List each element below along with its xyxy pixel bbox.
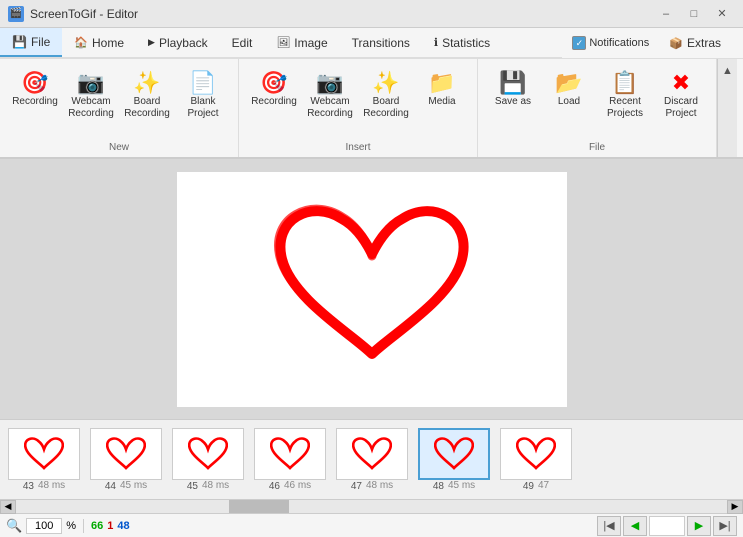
webcam-recording-button[interactable]: 📷 WebcamRecording <box>64 67 118 125</box>
discard-project-button[interactable]: ✖ DiscardProject <box>654 67 708 125</box>
nav-next-button[interactable]: ▶ <box>687 516 711 536</box>
tab-edit[interactable]: Edit <box>220 28 265 57</box>
scroll-left-button[interactable]: ◀ <box>0 500 16 514</box>
frame-43[interactable]: 43 48 ms <box>4 428 84 492</box>
titlebar: 🎬 ScreenToGif - Editor – □ ✕ <box>0 0 743 28</box>
frame-49[interactable]: 49 47 <box>496 428 576 492</box>
insert-board-button[interactable]: ✨ BoardRecording <box>359 67 413 125</box>
image-icon: 🖼 <box>276 36 290 49</box>
frame-red-value: 1 <box>107 520 113 532</box>
frame-blue-value: 48 <box>117 520 129 532</box>
tab-extras[interactable]: 📦 Extras <box>657 36 733 50</box>
save-as-button[interactable]: 💾 Save as <box>486 67 540 113</box>
tab-home[interactable]: 🏠 Home <box>62 28 136 57</box>
tab-transitions[interactable]: Transitions <box>340 28 422 57</box>
insert-recording-button[interactable]: 🎯 Recording <box>247 67 301 113</box>
tab-file[interactable]: 💾 File <box>0 28 62 57</box>
filmstrip-container: 43 48 ms 44 45 ms 45 48 ms <box>0 419 743 499</box>
titlebar-left: 🎬 ScreenToGif - Editor <box>8 6 138 22</box>
close-button[interactable]: ✕ <box>709 4 735 24</box>
frame-44[interactable]: 44 45 ms <box>86 428 166 492</box>
insert-recording-icon: 🎯 <box>260 72 287 94</box>
notifications-checkbox: ✓ <box>572 36 586 50</box>
search-icon: 🔍 <box>6 518 22 534</box>
window-controls: – □ ✕ <box>653 4 735 24</box>
insert-board-icon: ✨ <box>372 72 399 94</box>
ribbon-collapse-button[interactable]: ▲ <box>717 59 737 157</box>
insert-webcam-button[interactable]: 📷 WebcamRecording <box>303 67 357 125</box>
frame-green-value: 66 <box>91 520 103 532</box>
frame-46[interactable]: 46 46 ms <box>250 428 330 492</box>
nav-last-button[interactable]: ▶| <box>713 516 737 536</box>
scroll-thumb[interactable] <box>229 500 289 513</box>
file-icon: 💾 <box>12 35 27 49</box>
notifications-toggle[interactable]: ✓ Notifications <box>572 36 649 50</box>
minimize-button[interactable]: – <box>653 4 679 24</box>
frame-input[interactable] <box>649 516 685 536</box>
filmstrip-scrollbar: ◀ ▶ <box>0 499 743 513</box>
maximize-button[interactable]: □ <box>681 4 707 24</box>
canvas-area <box>0 159 743 419</box>
nav-first-button[interactable]: |◀ <box>597 516 621 536</box>
extras-icon: 📦 <box>669 37 683 50</box>
home-icon: 🏠 <box>74 36 88 49</box>
scroll-right-button[interactable]: ▶ <box>727 500 743 514</box>
scroll-track[interactable] <box>16 500 727 513</box>
statusbar: 🔍 % 66 1 48 |◀ ◀ ▶ ▶| <box>0 513 743 537</box>
ribbon-group-file: 💾 Save as 📂 Load 📋 RecentProjects ✖ Disc… <box>478 59 717 157</box>
recent-projects-button[interactable]: 📋 RecentProjects <box>598 67 652 125</box>
load-icon: 📂 <box>555 72 582 94</box>
recording-icon: 🎯 <box>21 72 48 94</box>
load-button[interactable]: 📂 Load <box>542 67 596 113</box>
tab-statistics[interactable]: ℹ Statistics <box>422 28 502 57</box>
media-button[interactable]: 📁 Media <box>415 67 469 113</box>
zoom-input[interactable] <box>26 518 62 534</box>
blank-project-button[interactable]: 📄 BlankProject <box>176 67 230 125</box>
tab-image[interactable]: 🖼 Image <box>264 28 339 57</box>
app-icon: 🎬 <box>8 6 24 22</box>
webcam-icon: 📷 <box>77 72 104 94</box>
filmstrip: 43 48 ms 44 45 ms 45 48 ms <box>0 420 743 499</box>
percent-label: % <box>66 520 76 532</box>
canvas-frame <box>177 172 567 407</box>
recent-icon: 📋 <box>611 72 638 94</box>
board-icon: ✨ <box>133 72 160 94</box>
heart-drawing <box>262 189 482 389</box>
app-title: ScreenToGif - Editor <box>30 7 138 21</box>
tab-playback[interactable]: ▶ Playback <box>136 28 220 57</box>
frame-45[interactable]: 45 48 ms <box>168 428 248 492</box>
frame-47[interactable]: 47 48 ms <box>332 428 412 492</box>
insert-webcam-icon: 📷 <box>316 72 343 94</box>
ribbon-group-insert: 🎯 Recording 📷 WebcamRecording ✨ BoardRec… <box>239 59 478 157</box>
frame-48[interactable]: 48 45 ms <box>414 428 494 492</box>
board-recording-button[interactable]: ✨ BoardRecording <box>120 67 174 125</box>
menu-bar: 💾 File 🏠 Home ▶ Playback Edit 🖼 Image Tr… <box>0 28 562 58</box>
nav-prev-button[interactable]: ◀ <box>623 516 647 536</box>
info-icon: ℹ <box>434 36 438 49</box>
media-icon: 📁 <box>428 72 455 94</box>
recording-button[interactable]: 🎯 Recording <box>8 67 62 113</box>
save-as-icon: 💾 <box>499 72 526 94</box>
discard-icon: ✖ <box>672 72 690 94</box>
ribbon-group-new: 🎯 Recording 📷 WebcamRecording ✨ BoardRec… <box>0 59 239 157</box>
nav-arrows: |◀ ◀ ▶ ▶| <box>597 516 737 536</box>
playback-icon: ▶ <box>148 37 155 48</box>
blank-icon: 📄 <box>189 72 216 94</box>
